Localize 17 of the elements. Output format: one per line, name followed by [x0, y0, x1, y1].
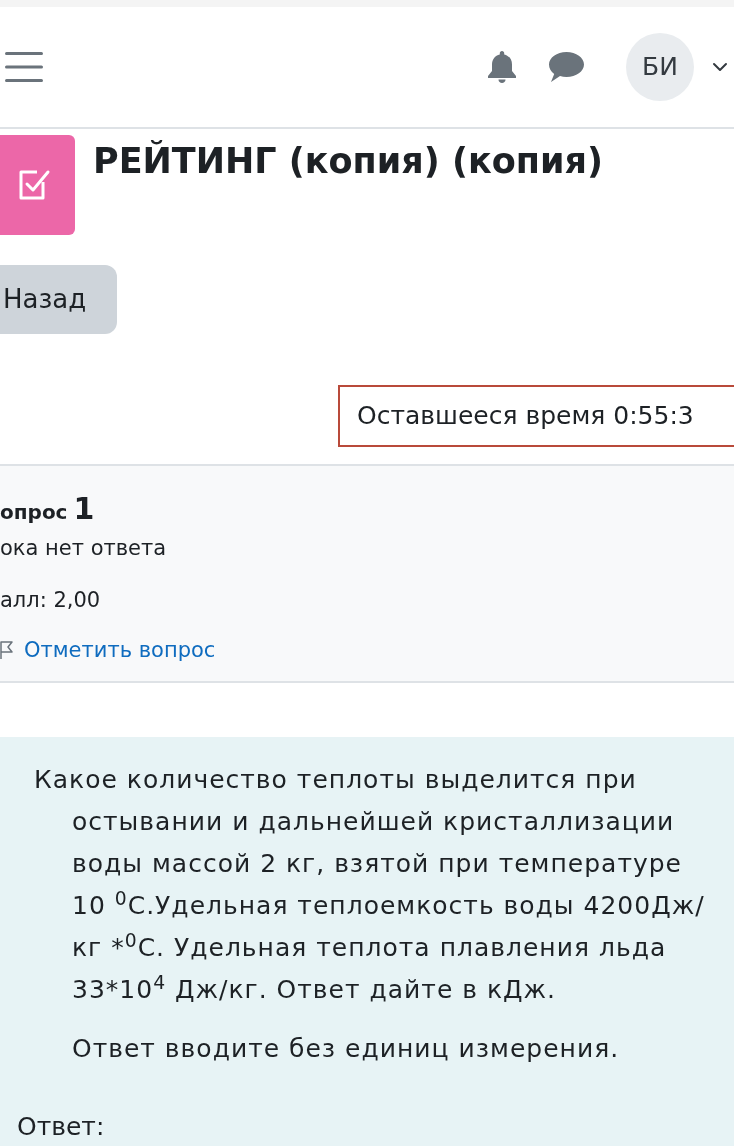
back-button[interactable]: Назад — [0, 265, 117, 334]
question-label: опрос — [0, 499, 68, 526]
question-number: 1 — [73, 490, 95, 528]
question-status: ока нет ответа — [0, 535, 167, 562]
flag-question-link[interactable]: Отметить вопрос — [0, 636, 216, 664]
question-text: Какое количество теплоты выделится при остывании и дальнейшей кристаллизации воды массой 2 кг, взятой при температуре 10 $^{0}$С.Удельная теплоемкость воды 4200Дж/кг *$^{0}$С. Удельная теплота плавления льда 33*10$^{4}$ Дж/кг. Ответ дайте в кДж. — [34, 764, 706, 1006]
question-mark: алл: 2,00 — [0, 587, 101, 614]
chat-icon[interactable] — [549, 52, 584, 82]
flag-icon[interactable] — [0, 640, 13, 660]
timer-box: Оставшееся время 0:55:3 — [338, 385, 734, 447]
menu-icon[interactable] — [5, 52, 43, 82]
user-avatar[interactable]: БИ — [626, 33, 694, 101]
page-title: РЕЙТИНГ (копия) (копия) — [93, 139, 603, 183]
chevron-down-icon[interactable] — [712, 62, 728, 72]
answer-label: Ответ: — [17, 1111, 105, 1143]
question-text: Ответ вводите без единиц измерения. — [71, 1033, 621, 1065]
bell-icon[interactable] — [487, 51, 517, 83]
